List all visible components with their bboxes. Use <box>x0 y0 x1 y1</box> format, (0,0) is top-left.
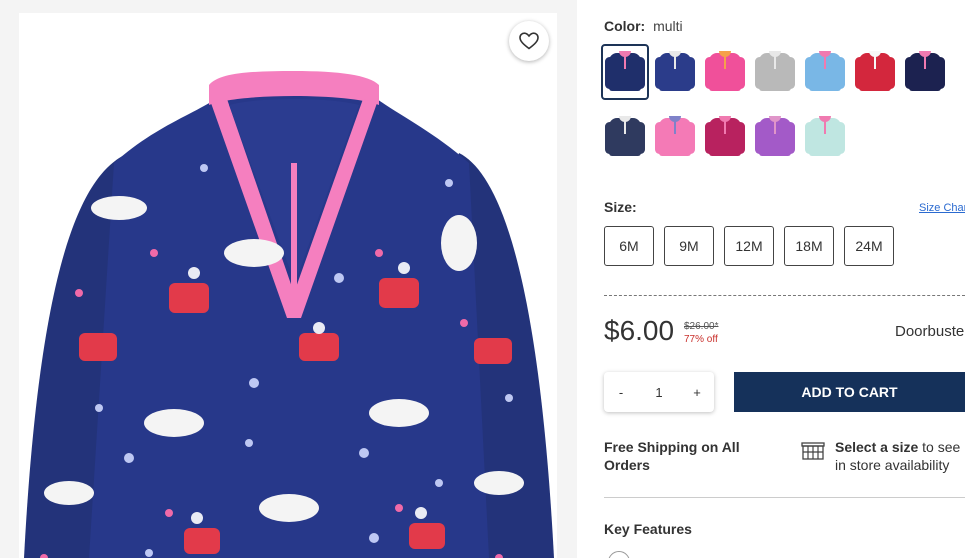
swatch-shirt-icon <box>655 116 695 158</box>
swatch-shirt-icon <box>655 51 695 93</box>
color-swatch-mint-print[interactable] <box>801 109 849 165</box>
info-icon <box>608 551 630 558</box>
store-availability-prompt[interactable]: Select a size to see in store availabili… <box>835 438 965 474</box>
swatch-shirt-icon <box>605 116 645 158</box>
swatch-shirt-icon <box>705 51 745 93</box>
color-swatch-purple-colorblock[interactable] <box>751 109 799 165</box>
size-label: Size: <box>604 199 637 215</box>
quantity-stepper: - 1 + <box>604 372 714 412</box>
swatch-shirt-icon <box>855 51 895 93</box>
size-chart-link[interactable]: Size Chart <box>919 202 965 214</box>
select-size-bold: Select a size <box>835 439 919 455</box>
select-size-rest: to see <box>918 439 961 455</box>
store-icon <box>801 442 825 460</box>
swatch-shirt-icon <box>805 116 845 158</box>
color-label-value: multi <box>653 18 683 34</box>
size-option-6m[interactable]: 6M <box>604 226 654 266</box>
color-label-key: Color: <box>604 18 646 34</box>
add-to-cart-button[interactable]: ADD TO CART <box>734 372 965 412</box>
size-option-18m[interactable]: 18M <box>784 226 834 266</box>
color-swatch-navy-hearts[interactable] <box>901 44 949 100</box>
color-swatch-pink-solid[interactable] <box>651 109 699 165</box>
size-option-12m[interactable]: 12M <box>724 226 774 266</box>
quantity-value[interactable]: 1 <box>655 385 662 400</box>
size-option-9m[interactable]: 9M <box>664 226 714 266</box>
quantity-decrease-button[interactable]: - <box>614 385 628 400</box>
product-details: Color: multi Size: Size Chart 6M 9M 12M … <box>577 0 965 558</box>
discount-percent: 77% off <box>684 334 718 345</box>
heart-outline-icon <box>519 32 539 50</box>
free-shipping-text: Free Shipping on All Orders <box>604 439 740 473</box>
section-divider <box>604 497 965 498</box>
swatch-shirt-icon <box>905 51 945 93</box>
product-image[interactable] <box>19 13 557 558</box>
color-swatch-navy-unicorn[interactable] <box>601 44 649 100</box>
size-option-24m[interactable]: 24M <box>844 226 894 266</box>
color-label: Color: multi <box>604 18 683 34</box>
product-image-column <box>0 0 577 558</box>
dashed-divider <box>604 295 965 296</box>
color-swatch-red-fairisle[interactable] <box>851 44 899 100</box>
swatch-shirt-icon <box>805 51 845 93</box>
color-swatch-navy-stripe[interactable] <box>601 109 649 165</box>
store-availability-text: in store availability <box>835 457 950 473</box>
product-page: Color: multi Size: Size Chart 6M 9M 12M … <box>0 0 965 558</box>
favorite-button[interactable] <box>509 21 549 61</box>
swatch-shirt-icon <box>605 51 645 93</box>
color-swatch-berry-print[interactable] <box>701 109 749 165</box>
sale-price: $6.00 <box>604 315 675 346</box>
key-features-heading: Key Features <box>604 521 692 537</box>
color-swatch-rainbow-stripe[interactable] <box>801 44 849 100</box>
swatch-shirt-icon <box>755 116 795 158</box>
doorbuster-badge: Doorbuster <box>895 323 965 340</box>
product-photo-illustration <box>24 71 554 558</box>
swatch-shirt-icon <box>705 116 745 158</box>
swatch-shirt-icon <box>755 51 795 93</box>
color-swatch-pink-colorblock[interactable] <box>701 44 749 100</box>
color-swatch-grey-print[interactable] <box>751 44 799 100</box>
color-swatch-navy-print[interactable] <box>651 44 699 100</box>
quantity-increase-button[interactable]: + <box>690 385 704 400</box>
original-price: $26.00* <box>684 321 719 332</box>
